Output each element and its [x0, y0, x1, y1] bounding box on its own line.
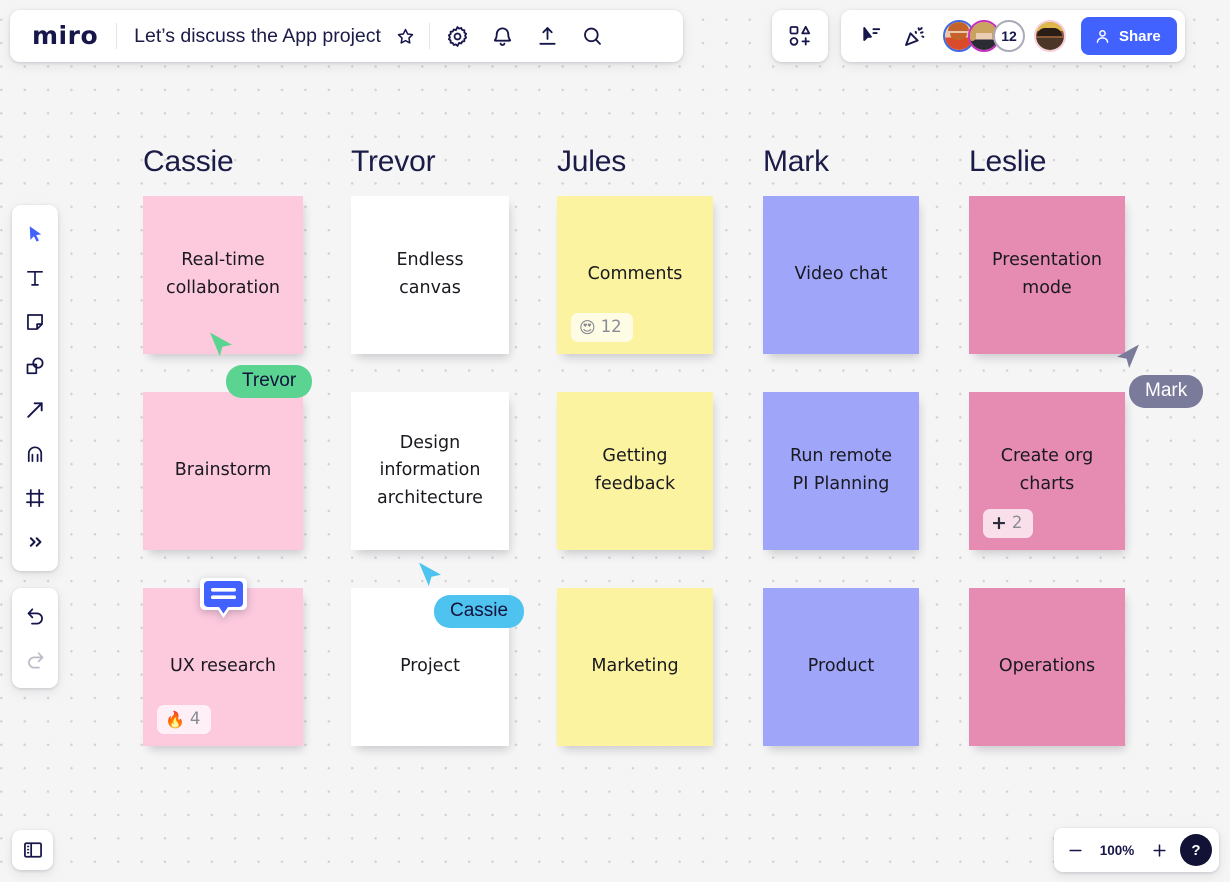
gear-icon[interactable] — [438, 16, 478, 56]
help-button[interactable]: ? — [1180, 834, 1212, 866]
sticky-note[interactable]: Product — [763, 588, 919, 746]
history-toolbar — [12, 588, 58, 688]
cursor-chat-icon[interactable] — [851, 16, 891, 56]
column-header[interactable]: Jules — [557, 145, 626, 179]
sticky-note-text: Presentation mode — [992, 250, 1102, 298]
sticky-note-text: Project — [400, 656, 460, 677]
sticky-note-tool[interactable] — [16, 300, 54, 344]
shapes-tool[interactable] — [16, 344, 54, 388]
left-toolbar — [12, 205, 58, 571]
frame-icon[interactable] — [16, 476, 54, 520]
current-user-avatar[interactable] — [1034, 20, 1066, 52]
sticky-note-text: Endless canvas — [396, 250, 464, 298]
sticky-note[interactable]: Video chat — [763, 196, 919, 354]
comment-pin[interactable] — [199, 574, 248, 622]
column-header[interactable]: Trevor — [351, 145, 436, 179]
column-header[interactable]: Leslie — [969, 145, 1046, 179]
cursor-name-label: Trevor — [226, 365, 313, 398]
party-popper-icon[interactable] — [894, 16, 934, 56]
sticky-note-text: Comments — [587, 264, 683, 285]
zoom-controls: 100% ? — [1054, 828, 1219, 872]
upload-icon[interactable] — [528, 16, 568, 56]
top-bar-right: 12 Share — [841, 10, 1185, 62]
header-icon-group — [430, 16, 613, 56]
miro-board-app: miro Let’s discuss the App project 12 Sh… — [0, 0, 1230, 882]
reaction-emoji: 😍 — [579, 317, 596, 337]
column-header[interactable]: Mark — [763, 145, 829, 179]
reaction-emoji: 🔥 — [165, 709, 185, 729]
sidebar-panel-icon[interactable] — [12, 830, 53, 870]
column-header[interactable]: Cassie — [143, 145, 234, 179]
zoom-out-button[interactable] — [1060, 835, 1090, 865]
sticky-note[interactable]: Operations — [969, 588, 1125, 746]
sticky-note-text: Marketing — [591, 656, 679, 677]
board-title[interactable]: Let’s discuss the App project — [117, 25, 389, 48]
sticky-note-text: Real-time collaboration — [165, 250, 281, 298]
sticky-note[interactable]: Brainstorm — [143, 392, 303, 550]
sticky-note-text: Design information architecture — [377, 432, 483, 508]
sticky-note[interactable]: Marketing — [557, 588, 713, 746]
zoom-in-button[interactable] — [1144, 835, 1174, 865]
sticky-note[interactable]: Presentation mode — [969, 196, 1125, 354]
star-icon[interactable] — [389, 19, 423, 53]
add-reaction[interactable]: +2 — [983, 509, 1034, 538]
sticky-note-text: Brainstorm — [174, 460, 272, 481]
reaction-count: 12 — [600, 317, 622, 337]
apps-grid-icon[interactable] — [772, 10, 828, 62]
undo-icon[interactable] — [16, 594, 54, 638]
sticky-note[interactable]: Design information architecture — [351, 392, 509, 550]
search-icon[interactable] — [573, 16, 613, 56]
sticky-note-text: Getting feedback — [594, 446, 676, 494]
zoom-level[interactable]: 100% — [1092, 843, 1142, 858]
reaction-heart-eyes[interactable]: 😍 12 — [571, 313, 633, 342]
cursor-name-label: Cassie — [434, 595, 525, 628]
reaction-fire[interactable]: 🔥 4 — [157, 705, 212, 734]
sticky-note[interactable]: Comments 😍 12 — [557, 196, 713, 354]
reaction-count: 2 — [1011, 513, 1023, 533]
chevron-double-right-icon[interactable] — [16, 520, 54, 564]
reaction-emoji: + — [991, 512, 1007, 534]
miro-logo[interactable]: miro — [10, 23, 116, 48]
avatar-overflow-count[interactable]: 12 — [993, 20, 1025, 52]
top-bar-left: miro Let’s discuss the App project — [10, 10, 683, 62]
sticky-note[interactable]: Getting feedback — [557, 392, 713, 550]
pen-icon[interactable] — [16, 432, 54, 476]
sticky-note-text: Create org charts — [1000, 446, 1094, 494]
share-button[interactable]: Share — [1081, 17, 1177, 55]
sticky-note-text: UX research — [169, 656, 277, 677]
sticky-note[interactable]: Endless canvas — [351, 196, 509, 354]
redo-icon[interactable] — [16, 638, 54, 682]
sticky-note-text: Product — [807, 656, 875, 677]
bell-icon[interactable] — [483, 16, 523, 56]
sticky-note-text: Operations — [998, 656, 1096, 677]
reaction-count: 4 — [189, 709, 201, 729]
sticky-note[interactable]: Run remote PI Planning — [763, 392, 919, 550]
collaborator-avatars: 12 — [943, 20, 1066, 52]
sticky-note-text: Video chat — [794, 264, 888, 285]
sticky-note[interactable]: Real-time collaboration — [143, 196, 303, 354]
sticky-note-text: Run remote PI Planning — [789, 446, 893, 494]
sticky-note[interactable]: Create org charts +2 — [969, 392, 1125, 550]
text-tool[interactable] — [16, 256, 54, 300]
arrow-icon[interactable] — [16, 388, 54, 432]
share-label: Share — [1119, 27, 1161, 45]
cursor-name-label: Mark — [1129, 375, 1204, 408]
select-tool[interactable] — [16, 212, 54, 256]
